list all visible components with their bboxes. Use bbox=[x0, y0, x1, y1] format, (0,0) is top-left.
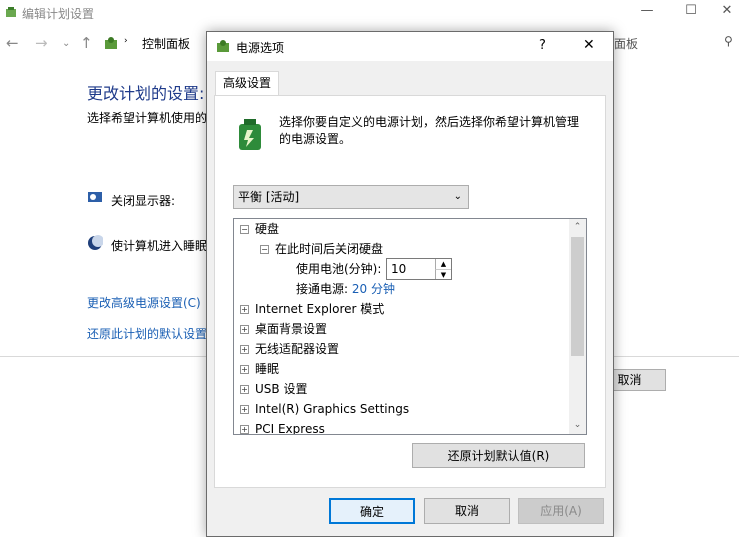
close-window-button[interactable]: ✕ bbox=[712, 3, 739, 21]
back-arrow-icon[interactable]: ← bbox=[6, 34, 19, 52]
chevron-down-icon: ⌄ bbox=[453, 191, 462, 202]
breadcrumb-chevron-icon: › bbox=[124, 36, 128, 46]
advanced-settings-panel: 选择你要自定义的电源计划，然后选择你希望计算机管理 的电源设置。 平衡 [活动]… bbox=[214, 95, 606, 488]
sleep-label: 使计算机进入睡眠 bbox=[111, 239, 208, 253]
control-panel-icon bbox=[103, 35, 119, 54]
tree-node-pci-express[interactable]: + PCI Express bbox=[240, 419, 325, 434]
apply-button[interactable]: 应用(A) bbox=[518, 498, 604, 524]
window-title: 编辑计划设置 bbox=[22, 7, 95, 21]
expand-icon[interactable]: + bbox=[240, 425, 249, 434]
tab-advanced-settings[interactable]: 高级设置 bbox=[215, 71, 279, 96]
battery-setting-label: 使用电池(分钟): bbox=[296, 262, 382, 276]
spin-down-icon[interactable]: ▼ bbox=[435, 269, 451, 279]
intro-line-1: 选择你要自定义的电源计划，然后选择你希望计算机管理 bbox=[279, 115, 580, 129]
tree-node-desktop-background[interactable]: + 桌面背景设置 bbox=[240, 319, 327, 339]
power-options-dialog: 电源选项 ? ✕ 高级设置 选择你要自定义的电源计划，然后选择你希望计算机管理 … bbox=[206, 31, 614, 537]
plan-select[interactable]: 平衡 [活动] ⌄ bbox=[233, 185, 469, 209]
app-icon bbox=[5, 6, 17, 18]
tree-node-sleep[interactable]: + 睡眠 bbox=[240, 359, 279, 379]
page-subtext: 选择希望计算机使用的 bbox=[87, 111, 208, 125]
search-icon[interactable]: ⚲ bbox=[724, 34, 733, 48]
expand-icon[interactable]: + bbox=[240, 305, 249, 314]
restore-defaults-link[interactable]: 还原此计划的默认设置 bbox=[87, 325, 207, 342]
expand-icon[interactable]: + bbox=[240, 385, 249, 394]
tree-node-ie-mode[interactable]: + Internet Explorer 模式 bbox=[240, 299, 384, 319]
intro-text: 选择你要自定义的电源计划，然后选择你希望计算机管理 的电源设置。 bbox=[279, 114, 599, 148]
tree-node-hard-disk[interactable]: − 硬盘 bbox=[240, 219, 279, 239]
page-heading: 更改计划的设置: bbox=[87, 84, 205, 103]
expand-icon[interactable]: + bbox=[240, 345, 249, 354]
collapse-icon[interactable]: − bbox=[240, 225, 249, 234]
search-box-text[interactable]: 面板 bbox=[614, 35, 638, 52]
forward-arrow-icon[interactable]: → bbox=[35, 34, 48, 52]
power-icon bbox=[215, 38, 231, 57]
tree-node-usb[interactable]: + USB 设置 bbox=[240, 379, 307, 399]
cancel-button[interactable]: 取消 bbox=[424, 498, 510, 524]
help-button[interactable]: ? bbox=[539, 38, 546, 53]
dialog-title: 电源选项 bbox=[236, 41, 285, 55]
settings-tree[interactable]: − 硬盘 − 在此时间后关闭硬盘 使用电池(分钟): 10 ▲ ▼ 接通电源: 20… bbox=[233, 218, 587, 435]
expand-icon[interactable]: + bbox=[240, 405, 249, 414]
display-icon bbox=[87, 191, 103, 208]
expand-icon[interactable]: + bbox=[240, 365, 249, 374]
collapse-icon[interactable]: − bbox=[260, 245, 269, 254]
up-arrow-icon[interactable]: ↑ bbox=[80, 34, 93, 52]
minimize-button[interactable]: — bbox=[632, 3, 662, 21]
tree-node-wireless-adapter[interactable]: + 无线适配器设置 bbox=[240, 339, 339, 359]
plan-select-value: 平衡 [活动] bbox=[238, 190, 300, 204]
display-off-label: 关闭显示器: bbox=[111, 194, 176, 208]
breadcrumb-control-panel[interactable]: 控制面板 bbox=[142, 35, 190, 52]
sleep-moon-icon bbox=[87, 235, 104, 254]
scroll-up-icon[interactable]: ⌃ bbox=[569, 219, 586, 236]
advanced-settings-link[interactable]: 更改高级电源设置(C) bbox=[87, 294, 201, 311]
ok-button[interactable]: 确定 bbox=[329, 498, 415, 524]
expand-icon[interactable]: + bbox=[240, 325, 249, 334]
tree-scrollbar[interactable]: ⌃ ⌄ bbox=[569, 219, 586, 434]
scroll-thumb[interactable] bbox=[571, 237, 584, 356]
scroll-down-icon[interactable]: ⌄ bbox=[569, 417, 586, 434]
battery-plug-icon bbox=[233, 116, 267, 155]
dialog-titlebar: 电源选项 ? ✕ bbox=[207, 32, 613, 61]
battery-minutes-stepper[interactable]: 10 ▲ ▼ bbox=[386, 258, 452, 280]
tree-node-turn-off-disk[interactable]: − 在此时间后关闭硬盘 bbox=[260, 239, 383, 259]
window-titlebar: 编辑计划设置 — ☐ ✕ bbox=[0, 0, 739, 26]
battery-minutes-input[interactable]: 10 bbox=[391, 262, 406, 276]
plugged-in-value[interactable]: 20 分钟 bbox=[352, 282, 395, 296]
spin-up-icon[interactable]: ▲ bbox=[435, 259, 451, 269]
tree-node-intel-graphics[interactable]: + Intel(R) Graphics Settings bbox=[240, 399, 409, 419]
recent-chevron-icon[interactable]: ⌄ bbox=[62, 38, 70, 49]
dialog-close-button[interactable]: ✕ bbox=[583, 37, 595, 53]
plugged-in-setting[interactable]: 接通电源: 20 分钟 bbox=[296, 279, 395, 299]
maximize-button[interactable]: ☐ bbox=[676, 3, 706, 21]
restore-plan-defaults-button[interactable]: 还原计划默认值(R) bbox=[412, 443, 585, 468]
intro-line-2: 的电源设置。 bbox=[279, 132, 352, 146]
